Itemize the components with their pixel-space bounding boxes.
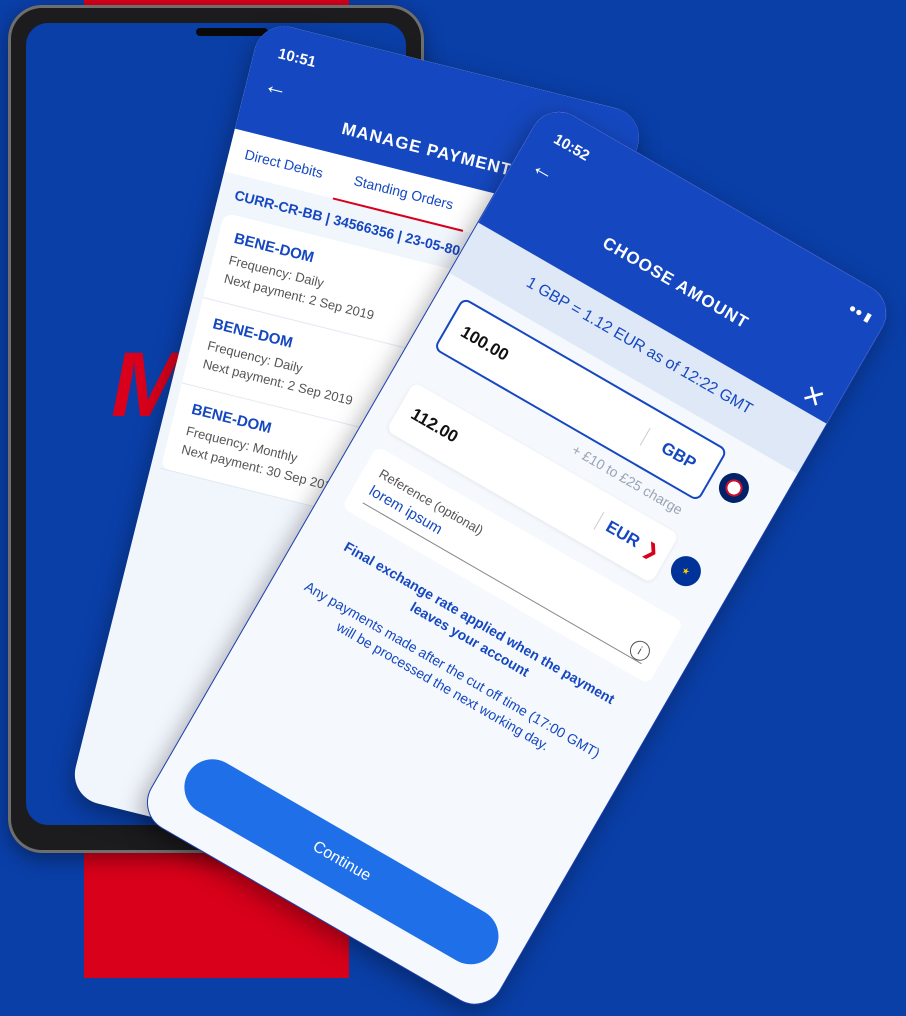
to-currency-label: EUR: [602, 516, 644, 552]
wifi-battery-icon: ●● ▮: [846, 300, 875, 325]
eu-flag-icon: ★: [665, 550, 707, 592]
chevron-right-icon: ❯: [640, 538, 663, 563]
status-time: 10:51: [276, 45, 318, 71]
back-arrow-icon[interactable]: ←: [526, 152, 560, 188]
to-currency[interactable]: EUR❯: [593, 511, 671, 568]
status-time: 10:52: [550, 130, 593, 165]
from-currency[interactable]: GBP: [639, 427, 717, 484]
gb-flag-icon: [713, 467, 755, 509]
